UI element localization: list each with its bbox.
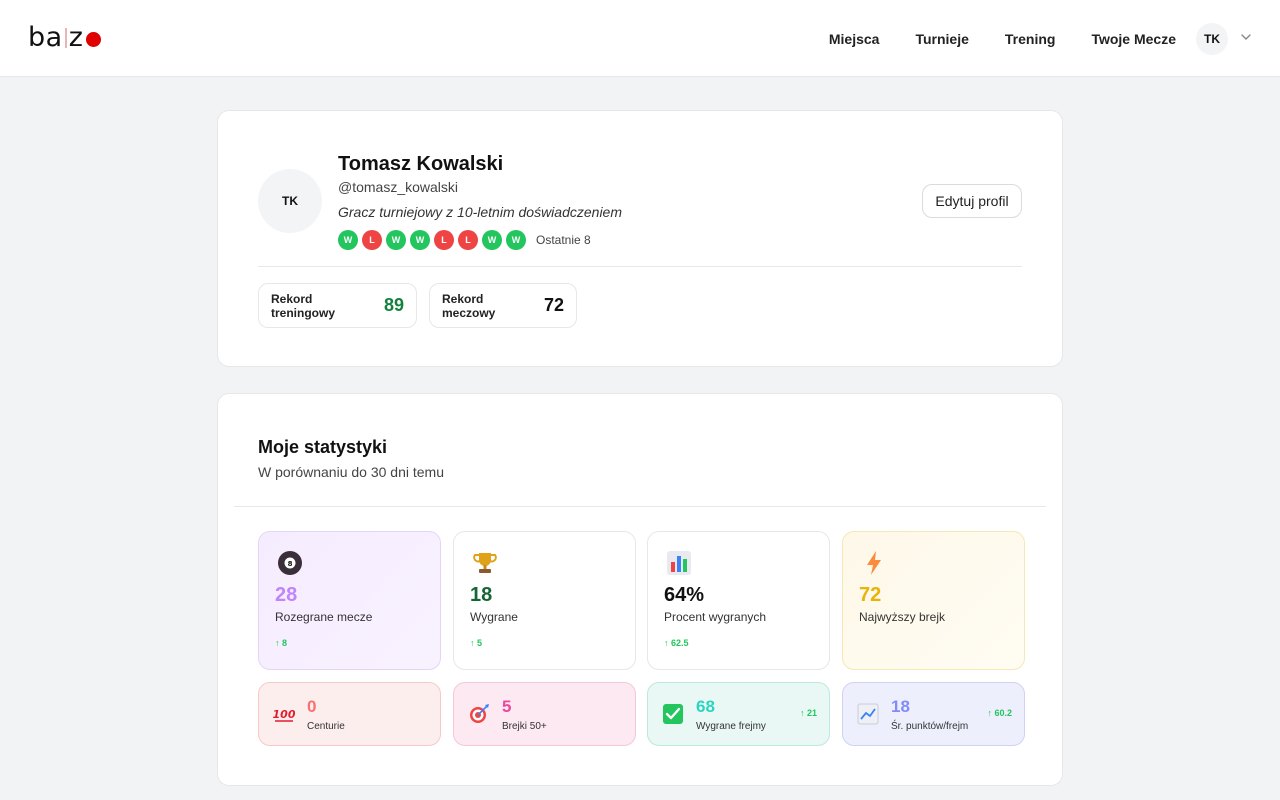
logo-ball-icon xyxy=(86,32,102,47)
stat-trend: ↑ 60.2 xyxy=(987,708,1012,718)
form-result-badge: W xyxy=(410,230,430,250)
stat-value: 5 xyxy=(502,697,512,716)
stat-label: Wygrane xyxy=(470,610,518,624)
record-label: Rekord treningowy xyxy=(271,291,336,320)
divider xyxy=(234,506,1046,507)
match-record: Rekord meczowy 72 xyxy=(429,283,577,328)
form-result-badge: W xyxy=(506,230,526,250)
stat-tile-win-rate: 64% Procent wygranych ↑ 62.5 xyxy=(647,531,830,670)
training-record: Rekord treningowy 89 xyxy=(258,283,417,328)
stat-trend: ↑ 21 xyxy=(799,708,817,718)
nav-miejsca[interactable]: Miejsca xyxy=(829,31,880,47)
record-label: Rekord meczowy xyxy=(442,291,496,320)
stat-value: 68 xyxy=(696,697,715,716)
nav-trening[interactable]: Trening xyxy=(1005,31,1056,47)
stat-value: 72 xyxy=(859,584,882,606)
record-value: 89 xyxy=(383,295,404,315)
balzo-logo[interactable]: ba z xyxy=(28,22,102,53)
stat-value: 28 xyxy=(275,584,298,606)
stat-label: Brejki 50+ xyxy=(502,721,547,732)
svg-text:8: 8 xyxy=(288,560,293,568)
form-result-badge: L xyxy=(458,230,478,250)
stat-value: 18 xyxy=(891,697,910,716)
stat-label: Najwyższy brejk xyxy=(859,610,946,624)
stats-card: Moje statystyki W porównaniu do 30 dni t… xyxy=(217,393,1063,786)
hundred-icon: 100 xyxy=(273,703,296,725)
stat-value: 0 xyxy=(307,697,317,716)
stat-trend: ↑ 5 xyxy=(470,638,483,648)
form-result-badge: W xyxy=(338,230,358,250)
stats-title: Moje statystyki xyxy=(258,437,388,457)
stat-tile-avg-points: 18 Śr. punktów/frejm ↑ 60.2 xyxy=(842,682,1025,746)
stat-value: 64% xyxy=(664,584,705,606)
stat-label: Procent wygranych xyxy=(664,610,767,624)
user-avatar[interactable]: TK xyxy=(1196,22,1228,55)
target-icon xyxy=(468,703,490,725)
stat-label: Rozegrane mecze xyxy=(275,610,373,624)
stat-label: Śr. punktów/frejm xyxy=(891,721,969,732)
stat-tile-centuries: 100 0 Centurie xyxy=(258,682,441,746)
profile-card: TK Tomasz Kowalski @tomasz_kowalski Grac… xyxy=(217,110,1063,367)
form-result-badge: L xyxy=(362,230,382,250)
trend-chart-icon xyxy=(857,703,879,725)
profile-bio: Gracz turniejowy z 10-letnim doświadczen… xyxy=(338,204,622,220)
nav-turnieje[interactable]: Turnieje xyxy=(915,31,968,47)
stat-tile-breaks-50: 5 Brejki 50+ xyxy=(453,682,636,746)
profile-name: Tomasz Kowalski xyxy=(338,153,504,175)
record-value: 72 xyxy=(543,295,564,315)
svg-text:100: 100 xyxy=(273,708,295,721)
logo-cue-mark xyxy=(64,27,67,48)
profile-handle: @tomasz_kowalski xyxy=(338,179,459,195)
form-label: Ostatnie 8 xyxy=(536,233,591,247)
divider xyxy=(258,266,1022,267)
recent-form: W L W W L L W W Ostatnie 8 xyxy=(338,230,591,250)
profile-avatar: TK xyxy=(258,169,322,233)
bar-chart-icon xyxy=(666,550,694,578)
main-nav: Miejsca Turnieje Trening Twoje Mecze TK xyxy=(829,0,1280,77)
trophy-icon xyxy=(472,550,500,578)
stat-tile-frames-won: 68 Wygrane frejmy ↑ 21 xyxy=(647,682,830,746)
stat-tile-highest-break: 72 Najwyższy brejk xyxy=(842,531,1025,670)
stat-trend: ↑ 8 xyxy=(275,638,288,648)
lightning-icon xyxy=(861,550,889,578)
stat-label: Wygrane frejmy xyxy=(696,721,766,732)
logo-text-left: ba xyxy=(28,22,63,53)
stat-tile-matches: 8 28 Rozegrane mecze ↑ 8 xyxy=(258,531,441,670)
stat-value: 18 xyxy=(470,584,493,606)
edit-profile-button[interactable]: Edytuj profil xyxy=(922,184,1022,218)
form-result-badge: L xyxy=(434,230,454,250)
form-result-badge: W xyxy=(386,230,406,250)
chevron-down-icon[interactable] xyxy=(1234,25,1258,49)
top-navigation-bar: ba z Miejsca Turnieje Trening Twoje Mecz… xyxy=(0,0,1280,77)
nav-twoje-mecze[interactable]: Twoje Mecze xyxy=(1091,31,1176,47)
logo-text-right: z xyxy=(68,22,84,53)
checkmark-icon xyxy=(662,703,684,725)
form-result-badge: W xyxy=(482,230,502,250)
stat-tile-wins: 18 Wygrane ↑ 5 xyxy=(453,531,636,670)
stat-trend: ↑ 62.5 xyxy=(664,638,689,648)
stats-subtitle: W porównaniu do 30 dni temu xyxy=(258,464,444,480)
eight-ball-icon: 8 xyxy=(277,550,305,578)
stat-label: Centurie xyxy=(307,721,345,732)
